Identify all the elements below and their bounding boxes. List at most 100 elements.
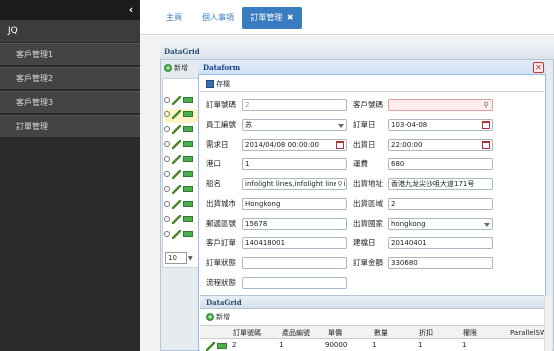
- row-actions: [164, 139, 200, 153]
- collapse-chevron-icon[interactable]: ‹: [126, 4, 136, 16]
- save-button[interactable]: 存檔: [206, 78, 230, 90]
- tab-personal[interactable]: 個人事項: [196, 7, 240, 29]
- calendar-icon[interactable]: [482, 141, 490, 149]
- search-icon[interactable]: ⚲: [336, 180, 344, 188]
- edit-icon[interactable]: [172, 95, 181, 105]
- dataform-title: Dataform: [198, 60, 546, 75]
- ship-city-input[interactable]: Hongkong: [242, 198, 347, 210]
- employee-no-select[interactable]: 苏: [242, 119, 347, 131]
- edit-icon[interactable]: [172, 229, 181, 239]
- edit-icon[interactable]: [172, 184, 181, 194]
- delete-icon[interactable]: [183, 231, 193, 237]
- flow-status-input[interactable]: [242, 277, 347, 289]
- view-icon[interactable]: [164, 111, 170, 117]
- column-header[interactable]: 產品編號: [274, 326, 318, 340]
- delete-icon[interactable]: [183, 216, 193, 222]
- flow-status-label: 流程狀態: [206, 278, 236, 287]
- edit-icon[interactable]: [206, 341, 215, 351]
- sidebar-item-customer-1[interactable]: 客戶管理1: [0, 43, 140, 65]
- table-cell: 2: [232, 341, 237, 349]
- port-input[interactable]: 1: [242, 158, 347, 170]
- ship-date-input[interactable]: 22:00:00: [388, 139, 493, 151]
- customer-no-label: 客戶號碼: [353, 100, 383, 109]
- page-size-select[interactable]: 10: [165, 252, 187, 264]
- sidebar-item-customer-2[interactable]: 客戶管理2: [0, 67, 140, 89]
- edit-icon[interactable]: [172, 109, 181, 119]
- order-amount-input[interactable]: 330680: [388, 257, 493, 269]
- outer-add-button[interactable]: + 新增: [164, 62, 196, 74]
- edit-icon[interactable]: [172, 124, 181, 134]
- ship-address-label: 出貨地址: [353, 179, 383, 188]
- edit-icon[interactable]: [172, 199, 181, 209]
- order-date-input[interactable]: 103-04-08: [388, 119, 493, 131]
- delete-icon[interactable]: [183, 171, 193, 177]
- column-header[interactable]: ParallelSW: [510, 326, 544, 340]
- save-label: 存檔: [216, 80, 230, 88]
- delete-icon[interactable]: [183, 156, 193, 162]
- delete-icon[interactable]: [183, 201, 193, 207]
- delete-icon[interactable]: [183, 186, 193, 192]
- edit-icon[interactable]: [172, 169, 181, 179]
- row-actions: [164, 229, 200, 243]
- row-actions: [164, 214, 200, 228]
- view-icon[interactable]: [164, 216, 170, 222]
- dropdown-arrow-icon[interactable]: [484, 223, 490, 227]
- delete-icon[interactable]: [183, 97, 193, 103]
- dropdown-arrow-icon[interactable]: [338, 124, 344, 128]
- ship-address-input[interactable]: 香港九龙尖沙咀大道171号: [388, 178, 493, 190]
- tab-close-icon[interactable]: ✖: [287, 13, 294, 22]
- view-icon[interactable]: [164, 171, 170, 177]
- search-icon[interactable]: ⚲: [482, 101, 490, 109]
- edit-icon[interactable]: [172, 154, 181, 164]
- delete-icon[interactable]: [183, 141, 193, 147]
- view-icon[interactable]: [164, 156, 170, 162]
- create-date-input[interactable]: 20140401: [388, 237, 493, 249]
- required-date-input[interactable]: 2014/04/08 00:00:00: [242, 139, 347, 151]
- delete-icon[interactable]: [183, 111, 193, 117]
- delete-icon[interactable]: [217, 343, 227, 349]
- customer-order-input[interactable]: 140418001: [242, 237, 347, 249]
- inner-grid-header: 訂單號碼 產品編號 單價 數量 折扣 權限 ParallelSW: [200, 325, 544, 339]
- column-header[interactable]: 數量: [368, 326, 394, 340]
- ship-name-input[interactable]: infolight lines,infolight lines,ir ⚲: [242, 178, 347, 190]
- vertical-scrollbar[interactable]: [544, 296, 552, 351]
- edit-icon[interactable]: [172, 214, 181, 224]
- view-icon[interactable]: [164, 201, 170, 207]
- inner-add-button[interactable]: + 新增: [206, 311, 230, 323]
- view-icon[interactable]: [164, 186, 170, 192]
- postal-code-input[interactable]: 15678: [242, 218, 347, 230]
- save-disk-icon: [206, 80, 214, 88]
- order-status-input[interactable]: [242, 257, 347, 269]
- view-icon[interactable]: [164, 126, 170, 132]
- view-icon[interactable]: [164, 231, 170, 237]
- table-cell: 90000: [325, 341, 348, 349]
- table-row[interactable]: 2 1 90000 1 1 1: [200, 339, 544, 351]
- view-icon[interactable]: [164, 141, 170, 147]
- calendar-icon[interactable]: [336, 141, 344, 149]
- create-date-label: 建檔日: [353, 238, 376, 247]
- tab-orders[interactable]: 訂單管理 ✖: [242, 7, 302, 29]
- outer-add-label: 新增: [174, 64, 188, 72]
- column-header[interactable]: 單價: [322, 326, 348, 340]
- dialog-close-icon[interactable]: ✕: [533, 62, 544, 73]
- ship-country-select[interactable]: hongkong: [388, 218, 493, 230]
- delete-icon[interactable]: [183, 126, 193, 132]
- sidebar-brand: JQ: [0, 20, 140, 42]
- ship-name-value: infolight lines,infolight lines,ir: [245, 180, 347, 188]
- sidebar-item-orders[interactable]: 訂單管理: [0, 115, 140, 137]
- ship-region-input[interactable]: 2: [388, 198, 493, 210]
- calendar-icon[interactable]: [482, 121, 490, 129]
- freight-input[interactable]: 680: [388, 158, 493, 170]
- column-header[interactable]: 折扣: [414, 326, 438, 340]
- view-icon[interactable]: [164, 97, 170, 103]
- table-cell: 1: [462, 341, 467, 349]
- tab-home[interactable]: 主頁: [158, 7, 190, 29]
- column-header[interactable]: 權限: [458, 326, 482, 340]
- edit-icon[interactable]: [172, 139, 181, 149]
- page-size-chevron-icon[interactable]: ▼: [188, 255, 193, 262]
- column-header[interactable]: 訂單號碼: [226, 326, 268, 340]
- order-no-input[interactable]: 2: [242, 99, 347, 111]
- sidebar-item-customer-3[interactable]: 客戶管理3: [0, 91, 140, 113]
- customer-no-input[interactable]: ⚲: [388, 99, 493, 111]
- row-actions: [164, 154, 200, 168]
